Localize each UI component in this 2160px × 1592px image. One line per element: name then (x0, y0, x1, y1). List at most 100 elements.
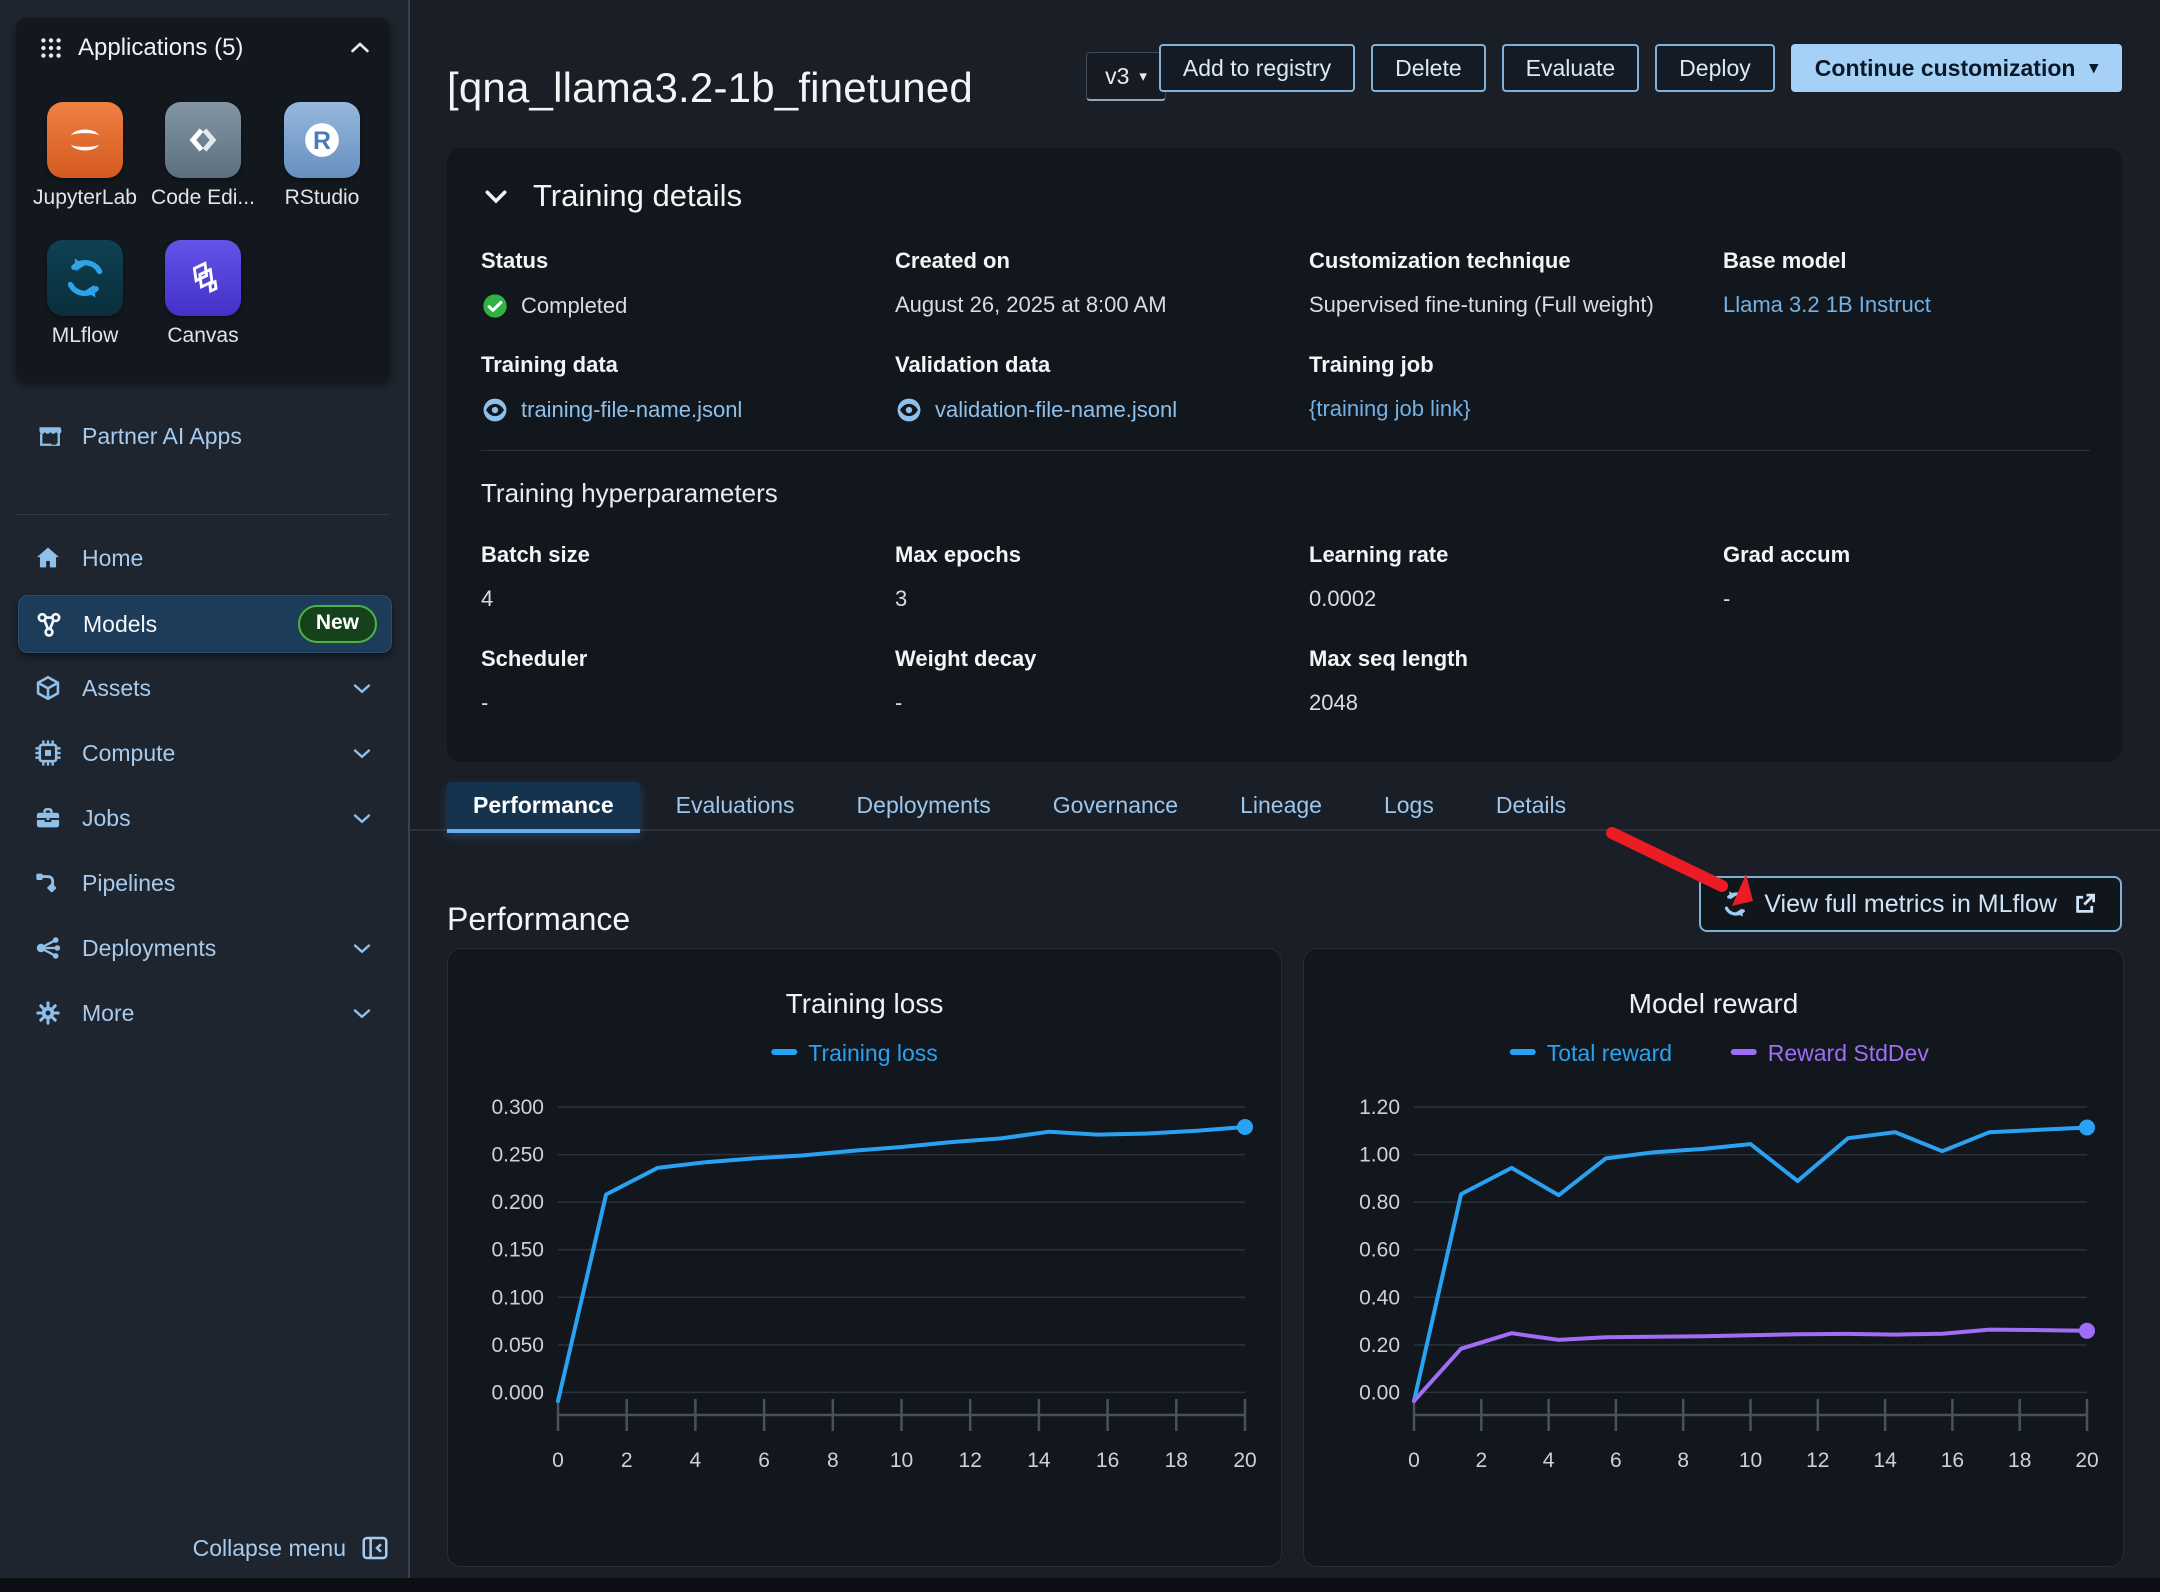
field-grad-accum: Grad accum- (1723, 542, 2123, 568)
code-editor-icon (180, 117, 226, 163)
chevron-up-icon[interactable] (348, 36, 372, 60)
field-max-epochs: Max epochs3 (895, 542, 1295, 568)
tab-lineage[interactable]: Lineage (1214, 782, 1348, 829)
series-endpoint-dot (2079, 1323, 2095, 1339)
svg-text:0.000: 0.000 (491, 1381, 544, 1404)
file-link-training-data[interactable]: training-file-name.jsonl (521, 397, 742, 423)
app-tile-jupyterlab[interactable] (47, 102, 123, 178)
sidebar-item-label: Home (82, 545, 390, 572)
svg-text:0.80: 0.80 (1359, 1191, 1400, 1214)
app-tile-label: Code Edi... (144, 186, 262, 210)
tab-deployments[interactable]: Deployments (831, 782, 1017, 829)
file-link-validation-data[interactable]: validation-file-name.jsonl (935, 397, 1177, 423)
svg-text:16: 16 (1096, 1449, 1119, 1472)
chevron-down-icon (350, 806, 374, 830)
sidebar-item-compute[interactable]: Compute (18, 725, 390, 781)
version-dropdown[interactable]: v3 ▾ (1086, 52, 1166, 101)
svg-text:10: 10 (1739, 1449, 1762, 1472)
sidebar-item-deployments[interactable]: Deployments (18, 920, 390, 976)
applications-panel-header[interactable]: Applications (5) (16, 18, 390, 76)
canvas-icon (180, 255, 226, 301)
svg-text:18: 18 (2008, 1449, 2031, 1472)
continue-customization-button[interactable]: Continue customization▾ (1791, 44, 2122, 92)
sidebar-item-more[interactable]: More (18, 985, 390, 1041)
gear-icon (34, 999, 62, 1027)
field-value-text: August 26, 2025 at 8:00 AM (895, 292, 1167, 318)
eye-icon[interactable] (481, 396, 509, 424)
model-reward-chart-panel: Model rewardTotal rewardReward StdDev0.0… (1303, 948, 2124, 1567)
field-value-text: - (481, 690, 488, 716)
field-scheduler: Scheduler- (481, 646, 881, 672)
svg-text:0.00: 0.00 (1359, 1381, 1400, 1404)
eye-icon (895, 396, 923, 424)
field-label: Max epochs (895, 542, 1295, 568)
series-endpoint-dot (2079, 1120, 2095, 1136)
evaluate-button[interactable]: Evaluate (1502, 44, 1640, 92)
chevron-down-icon (350, 741, 374, 765)
delete-button[interactable]: Delete (1371, 44, 1485, 92)
training-details-header[interactable]: Training details (481, 178, 742, 214)
field-label: Created on (895, 248, 1295, 274)
field-max-seq-length: Max seq length2048 (1309, 646, 1709, 672)
eye-icon[interactable] (895, 396, 923, 424)
svg-text:0.150: 0.150 (491, 1239, 544, 1262)
field-learning-rate: Learning rate0.0002 (1309, 542, 1709, 568)
field-training-job: Training job{training job link} (1309, 352, 1709, 378)
sidebar-item-home[interactable]: Home (18, 530, 390, 586)
tab-logs[interactable]: Logs (1358, 782, 1460, 829)
models-icon (35, 610, 63, 638)
field-base-model: Base modelLlama 3.2 1B Instruct (1723, 248, 2123, 274)
app-tile-code-edi[interactable] (165, 102, 241, 178)
rstudio-icon: R (299, 117, 345, 163)
sidebar-item-assets[interactable]: Assets (18, 660, 390, 716)
svg-text:8: 8 (1677, 1449, 1689, 1472)
deployments-icon (34, 934, 62, 962)
tab-governance[interactable]: Governance (1027, 782, 1204, 829)
app-tile-rstudio[interactable]: R (284, 102, 360, 178)
chart-title: Model reward (1629, 988, 1799, 1019)
chevron-down-icon (350, 676, 374, 700)
app-tile-label: RStudio (263, 186, 381, 210)
sidebar-item-label: Assets (82, 675, 350, 702)
sidebar-item-pipelines[interactable]: Pipelines (18, 855, 390, 911)
jupyterlab-icon (62, 117, 108, 163)
page-title: [qna_llama3.2-1b_finetuned (447, 64, 973, 112)
pipelines-icon (34, 869, 62, 897)
chevron-down-icon (350, 1001, 374, 1025)
link-training-job[interactable]: {training job link} (1309, 396, 1470, 422)
series-line (1414, 1330, 2087, 1401)
check-circle-icon (481, 292, 509, 320)
tab-performance[interactable]: Performance (447, 782, 640, 833)
app-tile-canvas[interactable] (165, 240, 241, 316)
add-to-registry-button[interactable]: Add to registry (1159, 44, 1355, 92)
tab-evaluations[interactable]: Evaluations (650, 782, 821, 829)
external-link-icon (2070, 889, 2100, 919)
tab-details[interactable]: Details (1470, 782, 1592, 829)
series-line (558, 1127, 1245, 1401)
svg-text:0.250: 0.250 (491, 1144, 544, 1167)
sidebar-item-label: Models (83, 611, 298, 638)
partner-ai-apps-label: Partner AI Apps (82, 423, 242, 450)
svg-text:0.40: 0.40 (1359, 1286, 1400, 1309)
svg-text:0.100: 0.100 (491, 1286, 544, 1309)
field-value-text: 3 (895, 586, 907, 612)
storefront-icon (36, 422, 64, 450)
sidebar-item-jobs[interactable]: Jobs (18, 790, 390, 846)
code-editor-icon (180, 117, 226, 163)
svg-text:R: R (313, 127, 331, 155)
chevron-down-icon (350, 1001, 374, 1025)
collapse-menu-button[interactable]: Collapse menu (193, 1528, 390, 1568)
svg-text:20: 20 (2075, 1449, 2098, 1472)
deploy-button[interactable]: Deploy (1655, 44, 1775, 92)
external-link-icon (2070, 889, 2100, 919)
app-tile-label: JupyterLab (26, 186, 144, 210)
app-tile-label: MLflow (26, 324, 144, 348)
chevron-down-icon (350, 936, 374, 960)
field-label: Validation data (895, 352, 1295, 378)
sidebar-item-partner-ai-apps[interactable]: Partner AI Apps (16, 414, 390, 458)
link-base-model[interactable]: Llama 3.2 1B Instruct (1723, 292, 1931, 318)
svg-text:14: 14 (1027, 1449, 1051, 1472)
view-full-metrics-mlflow-button[interactable]: View full metrics in MLflow (1699, 876, 2122, 932)
app-tile-mlflow[interactable] (47, 240, 123, 316)
sidebar-item-models[interactable]: ModelsNew (18, 595, 392, 653)
